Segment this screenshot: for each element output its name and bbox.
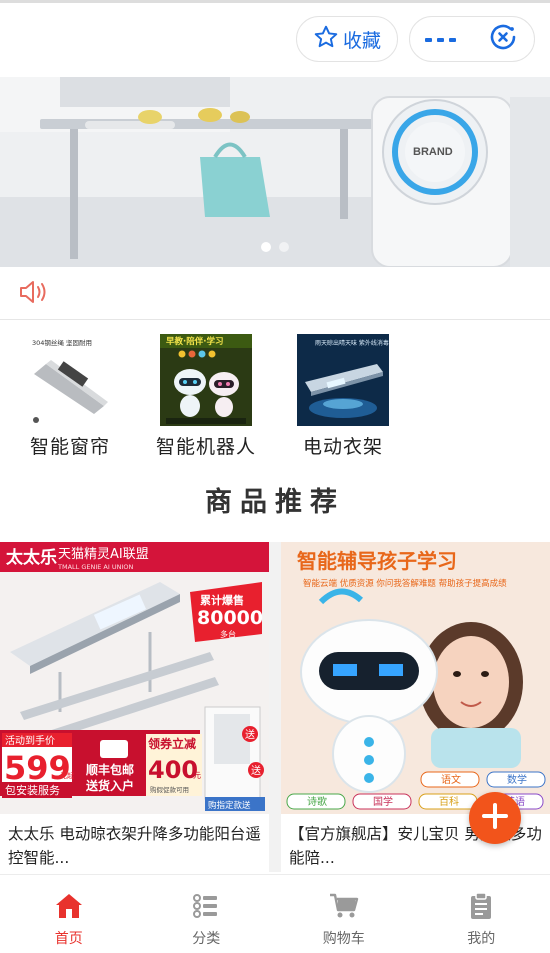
tab-label: 首页 [54, 931, 83, 947]
banner-image: BRAND [0, 77, 550, 267]
more-button[interactable] [410, 17, 472, 61]
category-item-curtain[interactable]: 304钢丝绳 坚固耐用 智能窗帘 [5, 334, 135, 459]
svg-text:599: 599 [4, 749, 71, 787]
product-image: 智能辅导孩子学习 智能云端 优质资源 你问我答解难题 帮助孩子提高成绩 语文 数… [281, 542, 550, 814]
star-outline-icon [313, 24, 339, 55]
clipboard-icon [467, 892, 495, 924]
category-thumb-curtain: 304钢丝绳 坚固耐用 [24, 334, 116, 426]
category-thumb-rack: 雨天晾出晴天味 紫外线消毒 衣物更干净 [297, 334, 389, 426]
add-button[interactable] [469, 792, 521, 844]
category-item-rack[interactable]: 雨天晾出晴天味 紫外线消毒 衣物更干净 电动衣架 [278, 334, 408, 459]
svg-text:数学: 数学 [507, 773, 527, 786]
svg-text:智能云端 优质资源 你问我答解难题 帮助孩子提高成绩: 智能云端 优质资源 你问我答解难题 帮助孩子提高成绩 [303, 578, 507, 589]
tab-home[interactable]: 首页 [0, 875, 138, 953]
svg-text:雨天晾出晴天味 紫外线消毒 衣物更干净: 雨天晾出晴天味 紫外线消毒 衣物更干净 [315, 339, 389, 347]
list-icon [191, 892, 221, 924]
product-name: 太太乐 电动晾衣架升降多功能阳台遥控智能... [8, 825, 261, 867]
tab-label: 分类 [192, 931, 221, 947]
page: 收藏 BRAND 304钢丝绳 坚固耐用 智能窗帘 早教·陪伴·学习 智能机器人… [0, 0, 550, 953]
plus-icon [480, 801, 510, 835]
svg-text:包安装服务: 包安装服务 [5, 783, 60, 797]
svg-text:国学: 国学 [373, 795, 393, 808]
svg-text:TMALL GENIE AI UNION: TMALL GENIE AI UNION [57, 563, 134, 571]
cart-icon [328, 892, 360, 924]
tab-label: 购物车 [322, 931, 365, 947]
svg-text:语文: 语文 [441, 773, 461, 786]
mini-program-capsule [409, 16, 535, 62]
svg-text:活动到手价: 活动到手价 [5, 734, 55, 747]
category-item-robot[interactable]: 早教·陪伴·学习 智能机器人 [141, 334, 271, 459]
svg-text:送货入户: 送货入户 [85, 778, 134, 793]
product-grid: 太太乐 天猫精灵AI联盟 TMALL GENIE AI UNION 累计爆售 8… [0, 542, 550, 872]
section-title: 商品推荐 [205, 487, 345, 518]
carousel-indicator [0, 242, 550, 252]
svg-text:送: 送 [251, 764, 261, 777]
speaker-icon [18, 279, 50, 309]
category-label: 电动衣架 [302, 436, 383, 458]
category-thumb-robot: 早教·陪伴·学习 [160, 334, 252, 426]
more-dots-icon [424, 30, 458, 49]
product-image: 太太乐 天猫精灵AI联盟 TMALL GENIE AI UNION 累计爆售 8… [0, 542, 269, 814]
svg-text:送: 送 [245, 728, 255, 741]
svg-text:智能辅导孩子学习: 智能辅导孩子学习 [297, 549, 457, 573]
svg-text:早教·陪伴·学习: 早教·陪伴·学习 [166, 336, 223, 347]
svg-text:400: 400 [148, 756, 198, 784]
svg-text:天猫精灵AI联盟: 天猫精灵AI联盟 [58, 547, 149, 562]
svg-text:元起: 元起 [60, 772, 74, 780]
status-strip [0, 0, 550, 3]
svg-text:购指定款送: 购指定款送 [208, 800, 251, 811]
svg-text:BRAND: BRAND [413, 146, 453, 158]
svg-text:多台: 多台 [220, 629, 236, 639]
banner-carousel[interactable]: BRAND [0, 77, 550, 267]
svg-text:304钢丝绳 坚固耐用: 304钢丝绳 坚固耐用 [32, 338, 92, 347]
tab-label: 我的 [467, 931, 496, 947]
svg-text:领券立减: 领券立减 [148, 736, 196, 751]
tab-cart[interactable]: 购物车 [275, 875, 413, 953]
svg-text:诗歌: 诗歌 [307, 795, 327, 808]
category-label: 智能窗帘 [29, 436, 110, 458]
svg-text:百科: 百科 [439, 795, 459, 808]
notice-bar[interactable] [0, 268, 550, 320]
favorite-button[interactable]: 收藏 [296, 16, 398, 62]
carousel-dot-2[interactable] [279, 242, 289, 252]
svg-text:80000: 80000 [197, 607, 263, 629]
close-target-icon [488, 22, 518, 56]
category-grid: 304钢丝绳 坚固耐用 智能窗帘 早教·陪伴·学习 智能机器人 雨天晾出晴天味 … [0, 334, 550, 464]
close-button[interactable] [472, 17, 534, 61]
tab-mine[interactable]: 我的 [413, 875, 550, 953]
carousel-dot-1[interactable] [261, 242, 271, 252]
bottom-tab-bar: 首页 分类 购物车 我的 [0, 874, 550, 953]
svg-text:累计爆售: 累计爆售 [200, 593, 244, 607]
tab-category[interactable]: 分类 [138, 875, 276, 953]
svg-text:太太乐: 太太乐 [6, 547, 57, 568]
home-icon [54, 892, 84, 924]
product-card[interactable]: 太太乐 天猫精灵AI联盟 TMALL GENIE AI UNION 累计爆售 8… [0, 542, 269, 872]
svg-text:顺丰包邮: 顺丰包邮 [86, 762, 134, 777]
favorite-label: 收藏 [342, 29, 381, 52]
svg-text:购假促款可用: 购假促款可用 [150, 785, 189, 794]
category-label: 智能机器人 [155, 436, 256, 458]
svg-text:元: 元 [193, 771, 201, 780]
